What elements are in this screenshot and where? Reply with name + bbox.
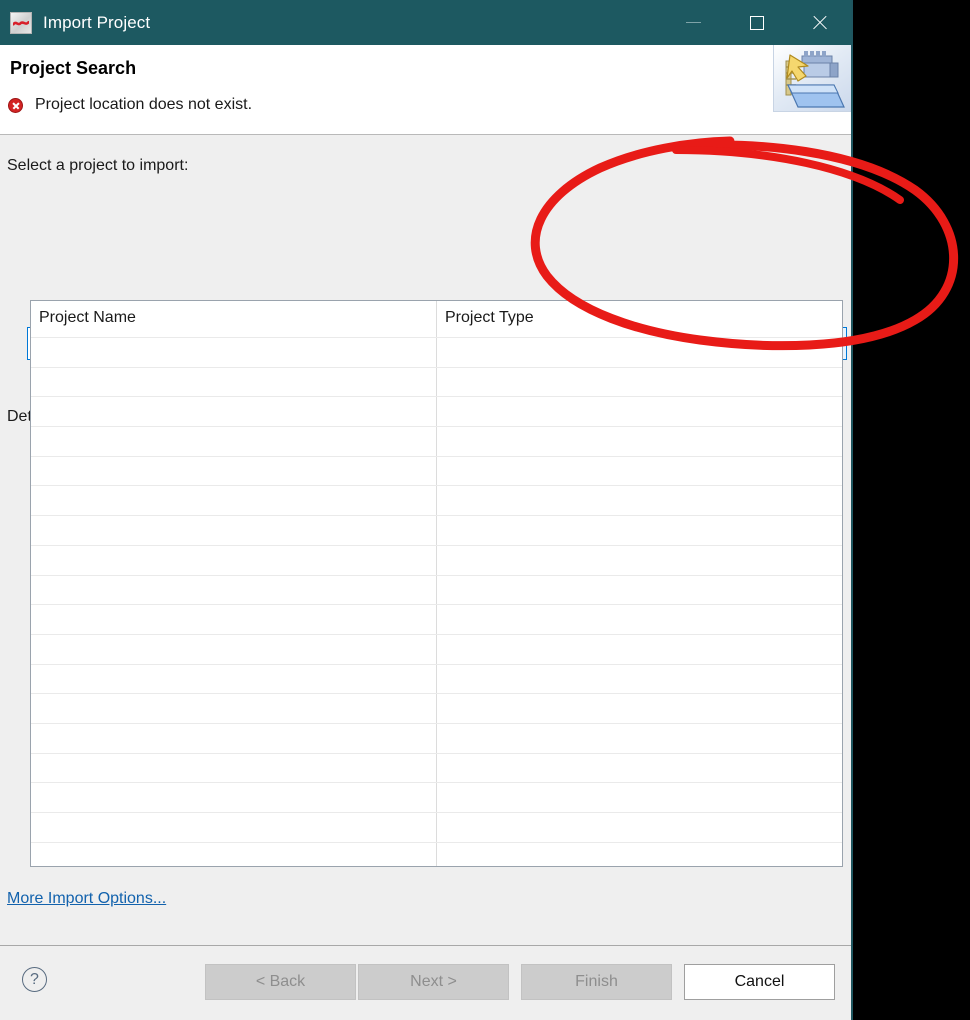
- table-row[interactable]: [31, 841, 842, 866]
- table-row[interactable]: [31, 426, 842, 456]
- page-title: Project Search: [10, 58, 137, 78]
- cell-project-type: [437, 546, 842, 575]
- help-question-icon[interactable]: ?: [22, 967, 47, 992]
- cell-project-type: [437, 783, 842, 812]
- cell-project-name: [31, 723, 437, 753]
- table-row[interactable]: [31, 485, 842, 516]
- cell-project-type: [437, 576, 842, 605]
- cell-project-name: [31, 516, 437, 545]
- error-circle-x-icon: [8, 97, 23, 113]
- dialog-footer: ? < Back Next > Finish Cancel: [0, 945, 851, 1020]
- table-row[interactable]: [31, 604, 842, 634]
- cell-project-name: [31, 456, 437, 486]
- cell-project-name: [31, 634, 437, 664]
- cell-project-name: [31, 753, 437, 783]
- table-row[interactable]: [31, 366, 842, 397]
- window-controls: [662, 0, 851, 45]
- cell-project-type: [437, 427, 842, 456]
- maximize-button[interactable]: [725, 0, 788, 45]
- cell-project-type: [437, 665, 842, 694]
- import-project-dialog: Import Project Project Search Project lo…: [0, 0, 853, 1020]
- table-header-row: Project Name Project Type: [31, 301, 842, 337]
- table-row[interactable]: [31, 693, 842, 723]
- minimize-button[interactable]: [662, 0, 725, 45]
- back-button[interactable]: < Back: [205, 964, 356, 1000]
- cell-project-type: [437, 724, 842, 753]
- minimize-icon: [686, 22, 701, 23]
- cell-project-type: [437, 694, 842, 723]
- cell-project-name: [31, 664, 437, 694]
- import-folder-glyph: [785, 51, 845, 108]
- cell-project-name: [31, 813, 437, 842]
- close-button[interactable]: [788, 0, 851, 45]
- error-message-text: Project location does not exist.: [35, 96, 253, 113]
- cell-project-type: [437, 486, 842, 515]
- cell-project-type: [437, 843, 842, 866]
- table-body: [31, 337, 842, 866]
- cancel-button[interactable]: Cancel: [684, 964, 835, 1000]
- next-button[interactable]: Next >: [358, 964, 509, 1000]
- cell-project-name: [31, 694, 437, 723]
- title-bar: Import Project: [0, 0, 851, 45]
- table-row[interactable]: [31, 455, 842, 486]
- cell-project-name: [31, 605, 437, 634]
- app-logo-glyph: [13, 20, 29, 25]
- detected-projects-table[interactable]: Project Name Project Type: [30, 300, 843, 867]
- column-header-project-name[interactable]: Project Name: [31, 301, 437, 337]
- table-row[interactable]: [31, 752, 842, 783]
- cell-project-type: [437, 754, 842, 783]
- wizard-header: Project Search Project location does not…: [0, 45, 851, 135]
- table-row[interactable]: [31, 574, 842, 605]
- cell-project-type: [437, 605, 842, 634]
- table-row[interactable]: [31, 722, 842, 753]
- cell-project-name: [31, 338, 437, 367]
- cell-project-name: [31, 842, 437, 866]
- table-row[interactable]: [31, 337, 842, 367]
- cell-project-type: [437, 368, 842, 397]
- close-icon: [811, 14, 828, 31]
- table-row[interactable]: [31, 812, 842, 842]
- cell-project-type: [437, 813, 842, 842]
- table-row[interactable]: [31, 396, 842, 427]
- window-title: Import Project: [43, 12, 151, 32]
- select-project-label: Select a project to import:: [7, 157, 189, 174]
- cell-project-name: [31, 427, 437, 456]
- column-header-project-type[interactable]: Project Type: [437, 301, 842, 337]
- table-row[interactable]: [31, 633, 842, 664]
- cell-project-name: [31, 545, 437, 575]
- error-message-row: Project location does not exist.: [8, 96, 252, 114]
- more-import-options-link[interactable]: More Import Options...: [7, 890, 166, 908]
- maximize-icon: [749, 15, 764, 30]
- table-row[interactable]: [31, 782, 842, 812]
- cell-project-type: [437, 516, 842, 545]
- cell-project-name: [31, 367, 437, 397]
- cell-project-type: [437, 635, 842, 664]
- cell-project-name: [31, 783, 437, 812]
- table-row[interactable]: [31, 515, 842, 545]
- cell-project-type: [437, 397, 842, 426]
- cell-project-name: [31, 575, 437, 605]
- dialog-body: Select a project to import: C:\Users\acv…: [0, 135, 851, 945]
- cell-project-name: [31, 486, 437, 516]
- finish-button[interactable]: Finish: [521, 964, 672, 1000]
- import-folder-icon: [773, 45, 851, 112]
- simplicity-studio-icon: [10, 11, 32, 34]
- cell-project-name: [31, 397, 437, 427]
- table-row[interactable]: [31, 544, 842, 575]
- cell-project-type: [437, 338, 842, 367]
- cell-project-type: [437, 457, 842, 486]
- table-row[interactable]: [31, 663, 842, 694]
